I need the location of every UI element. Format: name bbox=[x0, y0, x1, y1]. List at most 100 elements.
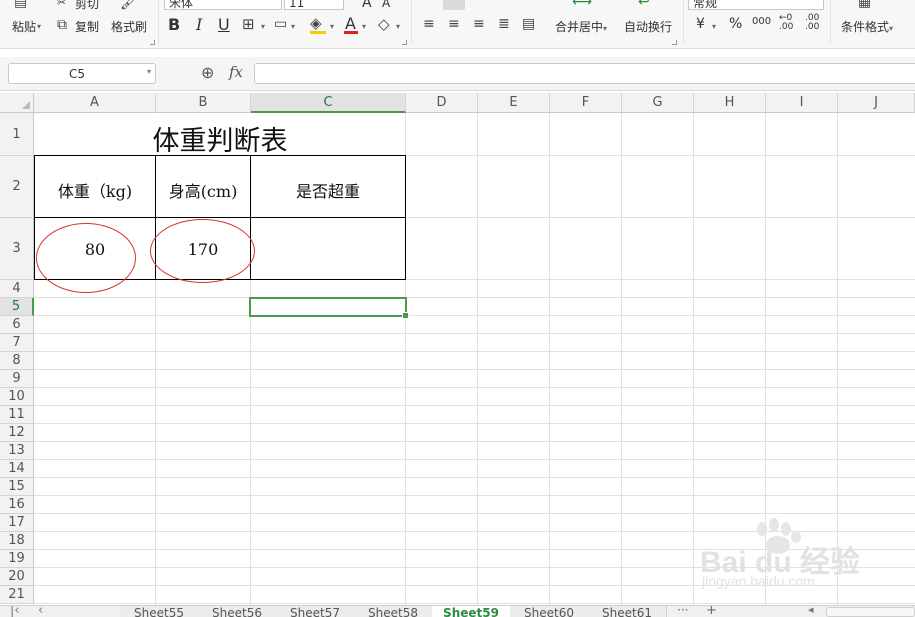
paste-dropdown-icon[interactable]: ▾ bbox=[37, 22, 41, 31]
font-name-select[interactable]: 宋体 bbox=[164, 0, 282, 10]
clipboard-launcher-icon[interactable] bbox=[150, 40, 155, 45]
conditional-format-button[interactable]: 条件格式▾ bbox=[841, 18, 893, 35]
add-sheet-icon[interactable]: + bbox=[706, 606, 717, 617]
bold-button[interactable]: B bbox=[168, 15, 180, 34]
row-header-12[interactable]: 12 bbox=[0, 424, 34, 442]
sheet-tab[interactable]: Sheet56 bbox=[198, 606, 277, 617]
scroll-left-icon[interactable]: ◂ bbox=[808, 606, 814, 616]
conditional-format-dropdown-icon[interactable]: ▾ bbox=[889, 24, 893, 33]
wrap-text-button[interactable]: 自动换行 bbox=[624, 18, 672, 35]
sheet-tab[interactable]: Sheet55 bbox=[120, 606, 199, 617]
paste-button[interactable]: 粘贴 bbox=[12, 18, 36, 35]
merge-center-dropdown-icon[interactable]: ▾ bbox=[603, 24, 607, 33]
borders-dropdown-icon[interactable]: ▾ bbox=[261, 22, 265, 31]
italic-button[interactable]: I bbox=[196, 15, 202, 34]
column-header-c[interactable]: C bbox=[251, 93, 406, 113]
row-header-14[interactable]: 14 bbox=[0, 460, 34, 478]
format-painter-icon[interactable]: 🖌 bbox=[120, 0, 138, 11]
distributed-align-icon[interactable]: ▤ bbox=[522, 16, 535, 32]
first-sheet-icon[interactable]: |‹ bbox=[10, 606, 20, 617]
sheet-tab[interactable]: Sheet61 bbox=[588, 606, 667, 617]
fill-handle[interactable] bbox=[402, 312, 409, 319]
row-header-21[interactable]: 21 bbox=[0, 586, 34, 604]
row-header-17[interactable]: 17 bbox=[0, 514, 34, 532]
row-header-2[interactable]: 2 bbox=[0, 156, 34, 218]
increase-decimal-button[interactable]: ←0.00 bbox=[779, 14, 793, 32]
column-header-f[interactable]: F bbox=[550, 93, 622, 113]
cut-icon[interactable]: ✂ bbox=[57, 0, 66, 11]
column-header-g[interactable]: G bbox=[622, 93, 694, 113]
sheet-tab-active[interactable]: Sheet59 bbox=[432, 606, 511, 617]
row-header-15[interactable]: 15 bbox=[0, 478, 34, 496]
align-center-icon[interactable]: ≡ bbox=[448, 16, 460, 32]
name-box[interactable]: C5 ▾ bbox=[8, 63, 156, 84]
column-header-j[interactable]: J bbox=[838, 93, 915, 113]
thousands-button[interactable]: 000 bbox=[752, 16, 771, 27]
name-box-dropdown-icon[interactable]: ▾ bbox=[147, 67, 151, 76]
row-header-4[interactable]: 4 bbox=[0, 280, 34, 298]
underline-button[interactable]: U bbox=[218, 15, 230, 34]
increase-font-button[interactable]: A bbox=[362, 0, 372, 11]
row-header-19[interactable]: 19 bbox=[0, 550, 34, 568]
select-all-button[interactable] bbox=[0, 93, 34, 113]
zoom-icon[interactable]: ⊕ bbox=[201, 63, 214, 82]
row-header-20[interactable]: 20 bbox=[0, 568, 34, 586]
decrease-font-button[interactable]: A bbox=[382, 0, 390, 10]
selected-cell-c5[interactable] bbox=[249, 297, 409, 319]
row-header-18[interactable]: 18 bbox=[0, 532, 34, 550]
column-header-i[interactable]: I bbox=[766, 93, 838, 113]
format-painter-button[interactable]: 格式刷 bbox=[111, 18, 147, 35]
row-header-5[interactable]: 5 bbox=[0, 298, 34, 316]
row-header-9[interactable]: 9 bbox=[0, 370, 34, 388]
align-top-button[interactable] bbox=[443, 0, 465, 10]
column-header-d[interactable]: D bbox=[406, 93, 478, 113]
clear-format-dropdown-icon[interactable]: ▾ bbox=[396, 22, 400, 31]
align-left-icon[interactable]: ≡ bbox=[423, 16, 435, 32]
row-header-6[interactable]: 6 bbox=[0, 316, 34, 334]
wrap-text-icon[interactable]: ↩ bbox=[638, 0, 650, 10]
justify-icon[interactable]: ≣ bbox=[498, 16, 510, 32]
column-header-e[interactable]: E bbox=[478, 93, 550, 113]
more-sheets-button[interactable]: ··· bbox=[677, 606, 688, 617]
font-color-dropdown-icon[interactable]: ▾ bbox=[362, 22, 366, 31]
currency-dropdown-icon[interactable]: ▾ bbox=[712, 22, 716, 31]
font-size-select[interactable]: 11 bbox=[284, 0, 344, 10]
column-header-a[interactable]: A bbox=[34, 93, 156, 113]
align-right-icon[interactable]: ≡ bbox=[473, 16, 485, 32]
cell-c3[interactable] bbox=[250, 217, 406, 280]
column-header-b[interactable]: B bbox=[156, 93, 251, 113]
conditional-format-icon[interactable]: ▦ bbox=[858, 0, 871, 10]
font-launcher-icon[interactable] bbox=[402, 40, 407, 45]
borders-icon[interactable]: ⊞ bbox=[242, 16, 255, 32]
clear-format-icon[interactable]: ◇ bbox=[378, 16, 390, 32]
row-header-11[interactable]: 11 bbox=[0, 406, 34, 424]
prev-sheet-icon[interactable]: ‹ bbox=[38, 606, 43, 617]
alignment-launcher-icon[interactable] bbox=[672, 40, 677, 45]
percent-button[interactable]: % bbox=[729, 16, 742, 32]
sheet-tab[interactable]: Sheet57 bbox=[276, 606, 355, 617]
row-header-13[interactable]: 13 bbox=[0, 442, 34, 460]
row-header-3[interactable]: 3 bbox=[0, 218, 34, 280]
column-header-h[interactable]: H bbox=[694, 93, 766, 113]
row-header-16[interactable]: 16 bbox=[0, 496, 34, 514]
merge-center-button[interactable]: 合并居中▾ bbox=[555, 18, 607, 35]
formula-input[interactable] bbox=[254, 63, 915, 84]
cell-style-dropdown-icon[interactable]: ▾ bbox=[291, 22, 295, 31]
merge-center-icon[interactable]: ⟷ bbox=[572, 0, 592, 10]
row-header-7[interactable]: 7 bbox=[0, 334, 34, 352]
fill-color-dropdown-icon[interactable]: ▾ bbox=[330, 22, 334, 31]
decrease-decimal-button[interactable]: .00.00 bbox=[805, 14, 819, 32]
number-format-select[interactable]: 常规 bbox=[688, 0, 824, 10]
cell-style-icon[interactable]: ▭ bbox=[274, 16, 287, 32]
function-icon[interactable]: fx bbox=[229, 63, 243, 81]
row-header-1[interactable]: 1 bbox=[0, 113, 34, 156]
copy-button[interactable]: 复制 bbox=[75, 18, 99, 35]
fill-color-icon[interactable]: ◈ bbox=[310, 15, 322, 31]
paste-icon[interactable]: ▤ bbox=[14, 0, 27, 10]
currency-button[interactable]: ¥ bbox=[696, 16, 705, 32]
copy-icon[interactable]: ⧉ bbox=[57, 17, 67, 33]
row-header-10[interactable]: 10 bbox=[0, 388, 34, 406]
sheet-tab[interactable]: Sheet60 bbox=[510, 606, 589, 617]
cut-button[interactable]: 剪切 bbox=[75, 0, 99, 12]
row-header-8[interactable]: 8 bbox=[0, 352, 34, 370]
